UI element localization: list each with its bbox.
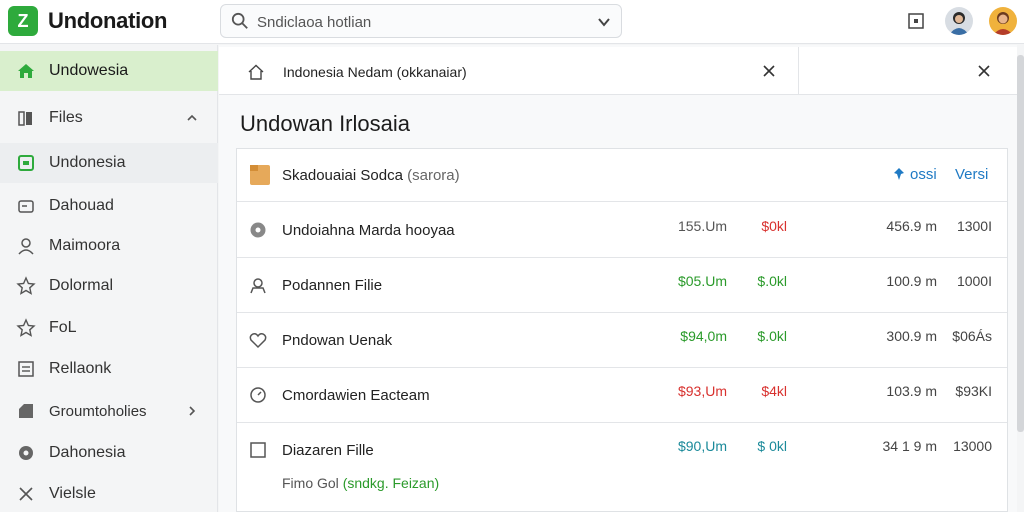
row-cost: $4kl — [761, 383, 787, 399]
sidebar-item-label: Vielsle — [49, 485, 96, 502]
row-count: 1000I — [956, 273, 992, 289]
user-icon — [250, 278, 266, 294]
tab-label: Indonesia Nedam (okkanaiar) — [283, 64, 467, 80]
avatar[interactable] — [945, 7, 973, 35]
sidebar-item-dahouad[interactable]: Dahouad — [0, 186, 218, 226]
sidebar-item-label: Undowesia — [49, 62, 129, 79]
row-count: 13000 — [953, 438, 992, 454]
row-size: $94,0m — [680, 328, 727, 344]
sidebar-item-label: FoL — [49, 319, 77, 336]
tab-bar: Indonesia Nedam (okkanaiar) — [219, 47, 1017, 95]
app-logo-icon[interactable]: Z — [8, 6, 38, 36]
search-box[interactable] — [220, 4, 622, 38]
star-icon — [16, 318, 36, 338]
row-cost: $.0kl — [757, 328, 787, 344]
dashboard-icon — [16, 196, 36, 216]
sidebar-item-maimoora[interactable]: Maimoora — [0, 226, 218, 266]
circle-icon — [16, 443, 36, 463]
tab-blank[interactable] — [800, 47, 1017, 95]
sidebar-item-undonesia[interactable]: Undonesia — [0, 143, 218, 183]
chevron-right-icon[interactable] — [186, 405, 198, 417]
scrollbar[interactable] — [1017, 55, 1024, 432]
top-bar: Z Undonation — [0, 0, 1024, 44]
home-icon — [248, 64, 264, 80]
sidebar-item-fol[interactable]: FoL — [0, 308, 218, 348]
sidebar-item-files[interactable]: Files — [0, 98, 218, 138]
panel-title: Skadouaiai Sodca (sarora) — [282, 167, 460, 184]
folder-icon — [250, 165, 270, 185]
folder-green-icon — [16, 153, 36, 173]
chevron-down-icon[interactable] — [597, 15, 611, 29]
tab-indonesia-nedam[interactable]: Indonesia Nedam (okkanaiar) — [219, 47, 799, 95]
row-size: 155.Um — [677, 218, 727, 234]
row-size: $93,Um — [677, 383, 727, 399]
pin-icon — [894, 168, 904, 180]
sidebar-item-vielsle[interactable]: Vielsle — [0, 474, 218, 512]
sidebar-item-rellaonk[interactable]: Rellaonk — [0, 349, 218, 389]
sidebar-item-label: Groumtoholies — [49, 402, 147, 420]
close-icon[interactable] — [978, 65, 990, 77]
row-metric: 103.9 m — [886, 383, 937, 399]
row-metric: 100.9 m — [886, 273, 937, 289]
sidebar-item-label: Dolormal — [49, 277, 114, 294]
files-icon — [16, 108, 36, 128]
sidebar-item-label: Rellaonk — [49, 360, 112, 377]
checkbox-icon[interactable] — [249, 441, 267, 459]
home-icon — [16, 61, 36, 81]
version-link[interactable]: Versi — [955, 166, 988, 183]
table-row[interactable]: Undoiahna Marda hooyaa 155.Um $0kl 456.9… — [237, 203, 1007, 258]
heart-icon — [249, 333, 267, 349]
panel-header: Skadouaiai Sodca (sarora) ossi Versi — [237, 149, 1007, 202]
sidebar-item-label: Dahouad — [49, 197, 114, 214]
row-metric: 300.9 m — [886, 328, 937, 344]
search-input[interactable] — [257, 11, 587, 33]
file-panel: Skadouaiai Sodca (sarora) ossi Versi Und… — [236, 148, 1008, 512]
row-subtitle: Fimo Gol (sndkg. Feizan) — [282, 475, 440, 491]
wrench-icon — [16, 484, 36, 504]
row-name: Pndowan Uenak — [282, 332, 393, 349]
table-row[interactable]: Diazaren Fille $90,Um $ 0kl 34 1 9 m 130… — [237, 423, 1007, 505]
sidebar-item-dolormal[interactable]: Dolormal — [0, 266, 218, 306]
row-metric: 34 1 9 m — [882, 438, 937, 454]
search-icon — [231, 12, 248, 29]
row-cost: $ 0kl — [757, 438, 787, 454]
row-name: Diazaren Fille — [282, 442, 374, 459]
sidebar: Undowesia Files Undonesia Dahouad Maimoo… — [0, 45, 218, 512]
row-count: $93KI — [955, 383, 992, 399]
grid-icon — [16, 359, 36, 379]
row-size: $90,Um — [677, 438, 727, 454]
row-count: 1300I — [956, 218, 992, 234]
sidebar-item-label: Files — [49, 109, 83, 126]
row-cost: $.0kl — [757, 273, 787, 289]
window-toggle-icon[interactable] — [907, 12, 925, 30]
sidebar-item-dahonesia[interactable]: Dahonesia — [0, 433, 218, 473]
table-row[interactable]: Cmordawien Eacteam $93,Um $4kl 103.9 m $… — [237, 368, 1007, 423]
user-icon — [16, 236, 36, 256]
sidebar-item-groumtoholies[interactable]: Groumtoholies — [0, 391, 218, 431]
row-name: Podannen Filie — [282, 277, 383, 294]
clock-icon — [250, 387, 266, 403]
row-count: $06Ás — [952, 328, 992, 344]
row-metric: 456.9 m — [886, 218, 937, 234]
row-cost: $0kl — [761, 218, 787, 234]
star-icon — [16, 276, 36, 296]
table-row[interactable]: Podannen Filie $05.Um $.0kl 100.9 m 1000… — [237, 258, 1007, 313]
sidebar-item-label: Maimoora — [49, 237, 121, 254]
sidebar-item-label: Dahonesia — [49, 444, 126, 461]
table-row[interactable]: Pndowan Uenak $94,0m $.0kl 300.9 m $06Ás — [237, 313, 1007, 368]
pin-action-link[interactable]: ossi — [910, 166, 937, 183]
page-title: Undowan Irlosaia — [240, 111, 410, 136]
sidebar-item-undowesia[interactable]: Undowesia — [0, 51, 218, 91]
avatar[interactable] — [989, 7, 1017, 35]
chevron-up-icon[interactable] — [186, 112, 198, 124]
sidebar-item-label: Undonesia — [49, 154, 126, 171]
disc-icon — [250, 222, 266, 238]
app-title: Undonation — [48, 8, 168, 33]
row-size: $05.Um — [677, 273, 727, 289]
main-content: Indonesia Nedam (okkanaiar) Undowan Irlo… — [219, 45, 1017, 512]
tag-icon — [16, 401, 36, 421]
close-icon[interactable] — [763, 65, 775, 77]
row-name: Undoiahna Marda hooyaa — [282, 222, 455, 239]
row-name: Cmordawien Eacteam — [282, 387, 430, 404]
